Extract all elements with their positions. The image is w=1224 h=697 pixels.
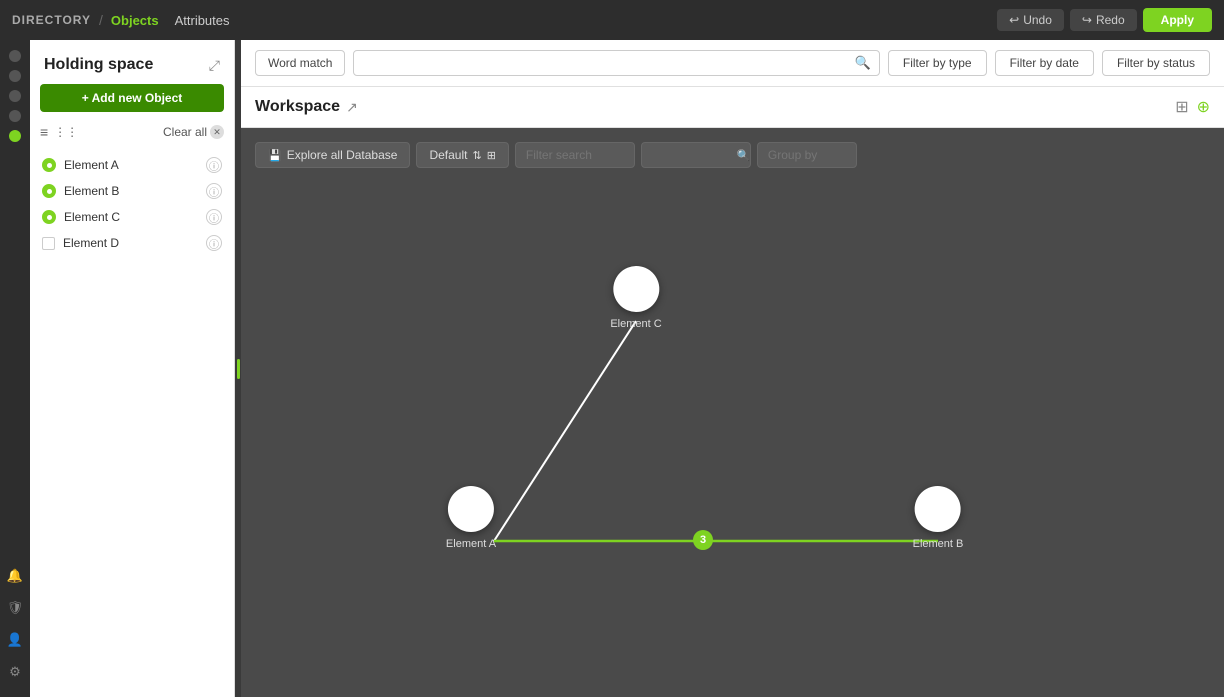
filter-date-button[interactable]: Filter by date: [995, 50, 1094, 76]
external-link-icon[interactable]: ↗: [346, 99, 358, 116]
shield-icon[interactable]: 🛡: [6, 599, 24, 617]
search-icon: 🔍: [855, 55, 871, 71]
grid-icon[interactable]: ⋮⋮: [54, 125, 78, 139]
dot-1: [9, 50, 21, 62]
filter-type-button[interactable]: Filter by type: [888, 50, 987, 76]
element-a-radio[interactable]: [42, 158, 56, 172]
search-input-wrap[interactable]: 🔍: [353, 50, 879, 76]
node-c-circle: [613, 266, 659, 312]
add-node-icon[interactable]: ⊕: [1197, 97, 1210, 117]
nav-objects-tab[interactable]: Objects: [111, 13, 159, 28]
undo-button[interactable]: ↩ Undo: [997, 9, 1064, 31]
split-icon: ⇅: [472, 149, 481, 162]
grid-view-icon[interactable]: ⊞: [1175, 97, 1188, 117]
element-item-c[interactable]: Element C ⓘ: [30, 204, 234, 230]
element-c-info[interactable]: ⓘ: [206, 209, 222, 225]
panel-title: Holding space: [44, 56, 153, 74]
nav-attributes-tab[interactable]: Attributes: [175, 13, 230, 28]
element-list: Element A ⓘ Element B ⓘ Element C ⓘ Elem…: [30, 148, 234, 697]
default-view-button[interactable]: Default ⇅ ⊞: [416, 142, 508, 168]
panel-tools: ≡ ⋮⋮ Clear all ✕: [30, 120, 234, 148]
filter-search-input[interactable]: [515, 142, 635, 168]
apply-button[interactable]: Apply: [1143, 8, 1212, 32]
element-d-checkbox[interactable]: [42, 237, 55, 250]
list-icon[interactable]: ≡: [40, 124, 48, 140]
top-nav: DIRECTORY / Objects Attributes ↩ Undo ↪ …: [0, 0, 1224, 40]
clear-all-button[interactable]: Clear all ✕: [163, 125, 224, 139]
node-b[interactable]: Element B: [913, 486, 964, 550]
gear-icon[interactable]: ⚙: [6, 663, 24, 681]
expand-icon[interactable]: ⤢: [209, 57, 220, 74]
dot-4: [9, 110, 21, 122]
group-by-input[interactable]: [757, 142, 857, 168]
filter-status-button[interactable]: Filter by status: [1102, 50, 1210, 76]
dot-3: [9, 90, 21, 102]
nav-logo: DIRECTORY: [12, 13, 91, 27]
canvas-search-wrap[interactable]: 🔍: [641, 142, 751, 168]
element-item-b[interactable]: Element B ⓘ: [30, 178, 234, 204]
user-icon[interactable]: 👤: [6, 631, 24, 649]
dot-5-active: [9, 130, 21, 142]
notification-icon[interactable]: 🔔: [6, 567, 24, 585]
element-b-label: Element B: [64, 184, 198, 198]
element-d-info[interactable]: ⓘ: [206, 235, 222, 251]
redo-button[interactable]: ↪ Redo: [1070, 9, 1137, 31]
canvas-search-field[interactable]: [652, 148, 732, 162]
element-b-info[interactable]: ⓘ: [206, 183, 222, 199]
sidebar-strip: 🔔 🛡 👤 ⚙: [0, 40, 30, 697]
workspace-canvas[interactable]: 💾 Explore all Database Default ⇅ ⊞ 🔍: [241, 128, 1224, 697]
left-panel: Holding space ⤢ + Add new Object ≡ ⋮⋮ Cl…: [30, 40, 235, 697]
panel-header: Holding space ⤢: [30, 40, 234, 84]
element-c-label: Element C: [64, 210, 198, 224]
clear-x-icon: ✕: [210, 125, 224, 139]
node-a[interactable]: Element A: [446, 486, 496, 550]
node-c-label: Element C: [610, 318, 661, 330]
node-c[interactable]: Element C: [610, 266, 661, 330]
content-area: Word match 🔍 Filter by type Filter by da…: [241, 40, 1224, 697]
dot-2: [9, 70, 21, 82]
node-a-circle: [448, 486, 494, 532]
element-b-radio[interactable]: [42, 184, 56, 198]
grid-small-icon: ⊞: [487, 149, 496, 162]
add-object-button[interactable]: + Add new Object: [40, 84, 224, 112]
canvas-search-icon: 🔍: [737, 149, 751, 162]
explore-database-button[interactable]: 💾 Explore all Database: [255, 142, 410, 168]
element-item-a[interactable]: Element A ⓘ: [30, 152, 234, 178]
node-b-label: Element B: [913, 538, 964, 550]
element-item-d[interactable]: Element D ⓘ: [30, 230, 234, 256]
element-c-radio[interactable]: [42, 210, 56, 224]
graph-edges: [241, 128, 1224, 697]
word-match-button[interactable]: Word match: [255, 50, 345, 76]
node-b-circle: [915, 486, 961, 532]
redo-icon: ↪: [1082, 13, 1092, 27]
edge-badge-ab: 3: [693, 530, 713, 550]
workspace-header: Workspace ↗ ⊞ ⊕: [241, 87, 1224, 128]
element-d-label: Element D: [63, 236, 198, 250]
element-a-label: Element A: [64, 158, 198, 172]
undo-icon: ↩: [1009, 13, 1019, 27]
search-input[interactable]: [362, 56, 848, 70]
resize-bar: [237, 359, 240, 379]
node-a-label: Element A: [446, 538, 496, 550]
main-layout: 🔔 🛡 👤 ⚙ Holding space ⤢ + Add new Object…: [0, 40, 1224, 697]
database-icon: 💾: [268, 149, 282, 162]
canvas-toolbar: 💾 Explore all Database Default ⇅ ⊞ 🔍: [255, 142, 857, 168]
nav-separator: /: [99, 12, 103, 28]
element-a-info[interactable]: ⓘ: [206, 157, 222, 173]
workspace-title: Workspace: [255, 98, 340, 116]
search-bar: Word match 🔍 Filter by type Filter by da…: [241, 40, 1224, 87]
